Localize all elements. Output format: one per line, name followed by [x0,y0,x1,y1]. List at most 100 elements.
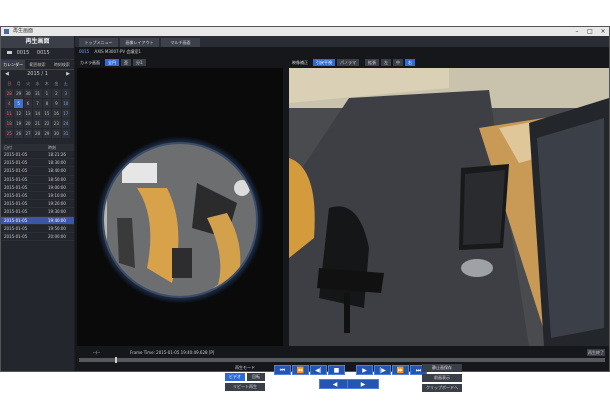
camera-selector[interactable]: 0015 0015 [1,48,74,60]
view-split-button[interactable]: 分1 [133,58,146,66]
tab-multi-screen[interactable]: マルチ画面 [161,38,200,47]
step-forward-icon[interactable]: |▶ [374,365,391,375]
recording-row[interactable]: 2015-01-05 18:50:00 [1,176,74,184]
calendar-day[interactable]: 21 [33,119,42,128]
calendar-day[interactable]: 20 [23,119,33,128]
skip-start-icon[interactable]: ⏮ [274,365,291,375]
recording-row[interactable]: 2015-01-05 19:20:00 [1,200,74,209]
previous-frame-button[interactable]: 前画表示 [422,374,462,382]
calendar-day[interactable]: 29 [42,129,52,138]
perspective-video[interactable] [289,68,609,346]
recording-time: 19:20:00 [48,201,66,207]
calendar-day[interactable]: 2 [52,89,61,98]
fisheye-video[interactable] [77,68,283,346]
calendar-day[interactable]: 9 [52,99,61,108]
app-window: 再生画面 – □ × 再生画面 0015 0015 カレンダー 範囲検索 時刻検… [0,26,610,392]
perspective-button[interactable]: 引戻平視 [313,58,335,66]
tab-layout[interactable]: 画像レイアウト [120,38,159,47]
recording-row[interactable]: 2015-01-05 18:21:26 [1,151,74,160]
right-button[interactable]: 右 [405,58,415,66]
calendar-day[interactable]: 7 [33,99,42,108]
calendar-day[interactable]: 24 [61,119,70,128]
recording-row[interactable]: 2015-01-05 19:30:00 [1,208,74,217]
calendar-day[interactable]: 31 [61,129,70,138]
calendar-day[interactable]: 14 [33,109,42,118]
expand-button[interactable]: 拡張 [365,58,379,66]
fast-forward-icon[interactable]: ⏩ [392,365,409,375]
recording-row[interactable]: 2015-01-05 19:40:00 [1,216,74,225]
calendar-day[interactable]: 19 [14,119,23,128]
weekday-header: 水 [33,79,42,88]
panorama-button[interactable]: パノラマ [337,58,359,66]
calendar-day[interactable]: 13 [23,109,33,118]
calendar-day[interactable]: 28 [5,89,14,98]
maximize-icon[interactable]: □ [584,27,596,36]
calendar-day[interactable]: 10 [61,99,70,108]
recording-row[interactable]: 2015-01-05 19:50:00 [1,225,74,233]
calendar-day[interactable]: 3 [61,89,70,98]
step-back-icon[interactable]: ◀| [310,365,327,375]
calendar-day[interactable]: 18 [5,119,14,128]
calendar-day[interactable]: 22 [42,119,52,128]
minimize-icon[interactable]: – [571,27,583,36]
rewind-icon[interactable]: ⏪ [292,365,309,375]
recording-row[interactable]: 2015-01-05 19:00:00 [1,184,74,192]
tab-time-search[interactable]: 時刻検索 [50,60,74,69]
calendar-day[interactable]: 26 [14,129,23,138]
calendar-day[interactable]: 31 [33,89,42,98]
sidebar: 再生画面 0015 0015 カレンダー 範囲検索 時刻検索 ◀ 2015 / … [1,36,74,371]
mode-rotate-button[interactable]: 回転 [247,373,265,381]
recording-row[interactable]: 2015-01-05 19:10:00 [1,192,74,201]
view-dewarp-button[interactable]: 歪 [121,58,131,66]
mode-label: 再生モード [235,365,255,370]
mode-video-button[interactable]: ビデオ [225,373,245,381]
recording-list: 2015-01-05 18:21:26 2015-01-05 18:30:00 2015… [1,151,74,242]
forward-play-icon[interactable]: ▶ [347,379,379,389]
main-panel: トップメニュー 画像レイアウト マルチ画面 0015 AXIS M3007-PV… [75,36,609,392]
recording-time: 18:40:00 [48,168,66,174]
tab-range-search[interactable]: 範囲検索 [25,60,49,69]
window-title: 再生画面 [13,28,34,34]
play-icon[interactable]: ▶ [356,365,373,375]
calendar-day[interactable]: 6 [23,99,33,108]
recording-date: 2015-01-05 [4,152,28,157]
recording-date: 2015-01-05 [4,217,28,223]
calendar-day[interactable]: 11 [5,109,14,118]
view-full-circle-button[interactable]: 全円 [105,58,119,66]
repeat-button[interactable]: リピート再生 [225,383,265,391]
recording-row[interactable]: 2015-01-05 18:40:00 [1,167,74,176]
stop-icon[interactable]: ■ [328,365,345,375]
close-icon[interactable]: × [597,27,609,36]
next-month-icon[interactable]: ▶ [66,70,70,79]
weekday-header: 日 [5,79,14,88]
end-playback-button[interactable]: 再生終了 [587,349,605,356]
seek-bar[interactable] [79,357,605,363]
left-button[interactable]: 左 [381,58,391,66]
recording-row[interactable]: 2015-01-05 18:30:00 [1,159,74,168]
calendar-day[interactable]: 15 [42,109,52,118]
save-still-button[interactable]: 静止画保存 [422,364,462,372]
calendar-day[interactable]: 23 [52,119,61,128]
calendar-day[interactable]: 4 [5,99,14,108]
recording-row[interactable]: 2015-01-05 20:00:00 [1,233,74,242]
calendar-day[interactable]: 30 [52,129,61,138]
calendar-day[interactable]: 1 [42,89,52,98]
recording-time: 18:30:00 [48,160,66,166]
calendar-day[interactable]: 27 [23,129,33,138]
clipboard-button[interactable]: クリップボードへ [422,384,462,392]
calendar-day[interactable]: 25 [5,129,14,138]
calendar-day[interactable]: 8 [42,99,52,108]
calendar-day[interactable]: 16 [52,109,61,118]
center-button[interactable]: 中 [393,58,403,66]
tab-calendar[interactable]: カレンダー [1,60,26,69]
fisheye-toolbar: カメラ画面 全円 歪 分1 [77,57,148,67]
calendar-day[interactable]: 28 [33,129,42,138]
title-bar: 再生画面 – □ × [1,27,609,36]
prev-month-icon[interactable]: ◀ [5,70,9,79]
tab-top-menu[interactable]: トップメニュー [79,38,118,47]
calendar-day[interactable]: 29 [14,89,23,98]
calendar-day[interactable]: 17 [61,109,70,118]
calendar-day[interactable]: 12 [14,109,23,118]
calendar-day[interactable]: 5 [14,99,23,108]
calendar-day[interactable]: 30 [23,89,33,98]
